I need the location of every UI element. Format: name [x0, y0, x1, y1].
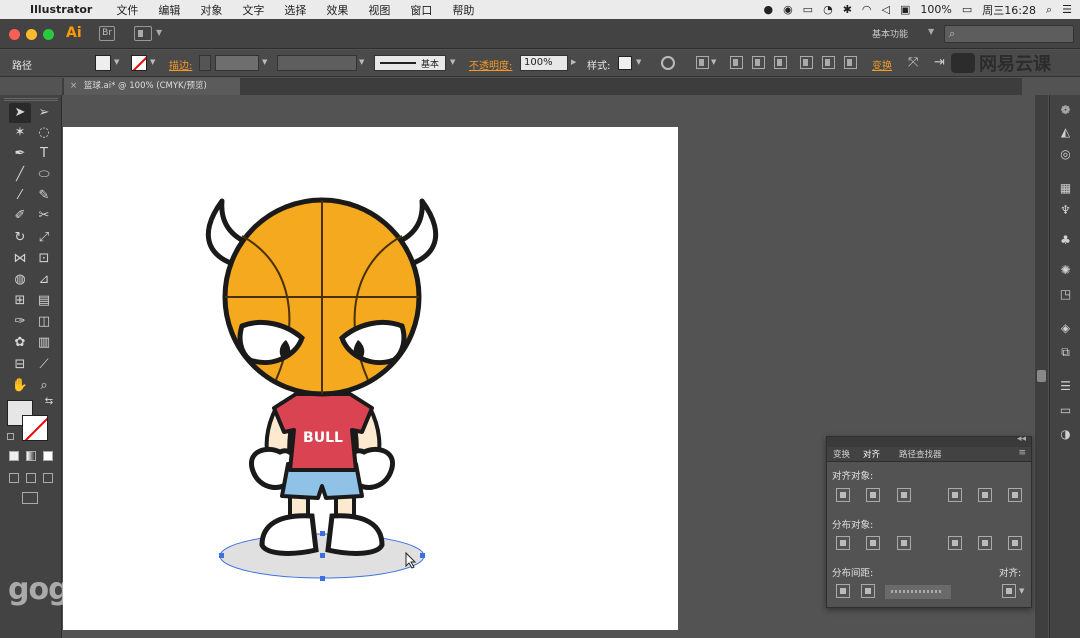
tab-align[interactable]: 对齐 [863, 448, 880, 460]
distribute-spacing-label: 分布间距: [832, 568, 874, 579]
horizontal-align-left-icon[interactable] [836, 488, 850, 502]
shirt-text: BULL [303, 430, 343, 446]
left-shoe [259, 513, 319, 556]
scrollbar-thumb[interactable] [1037, 370, 1046, 382]
panel-tabs: 变换 对齐 路径查找器 ≡ [827, 447, 1031, 462]
panel-dock: ❁ ◭ ◎ ▦ ♆ ♣ ✺ ◳ ◈ ⧉ ☰ ▭ ◑ [1049, 95, 1080, 638]
horizontal-distribute-center-icon[interactable] [978, 536, 992, 550]
artboards-icon[interactable]: ⧉ [1058, 345, 1073, 359]
horizontal-align-right-icon[interactable] [897, 488, 911, 502]
vertical-distribute-bottom-icon[interactable] [897, 536, 911, 550]
align-panel: ◂◂ 变换 对齐 路径查找器 ≡ 对齐对象: 分布对象: 分布间距: 对齐: ▼ [826, 434, 1032, 608]
horizontal-distribute-right-icon[interactable] [1008, 536, 1022, 550]
align-panel-icon[interactable]: ☰ [1058, 379, 1073, 393]
spacing-value-field[interactable] [885, 585, 951, 599]
horizontal-distribute-left-icon[interactable] [948, 536, 962, 550]
symbols-icon[interactable]: ♆ [1058, 203, 1073, 217]
tab-pathfinder[interactable]: 路径查找器 [899, 448, 942, 460]
align-to-selection-icon[interactable] [1002, 584, 1016, 598]
collapse-icon[interactable]: ◂◂ [1017, 434, 1026, 444]
vertical-scrollbar[interactable] [1035, 95, 1048, 638]
pathfinder-icon[interactable]: ◑ [1058, 427, 1073, 441]
vertical-distribute-center-icon[interactable] [866, 536, 880, 550]
watermark-gogoup: gogoup.com [8, 572, 200, 607]
distribute-objects-label: 分布对象: [832, 520, 874, 531]
vertical-distribute-space-icon[interactable] [836, 584, 850, 598]
vertical-distribute-top-icon[interactable] [836, 536, 850, 550]
appearance-icon[interactable]: ✺ [1058, 263, 1073, 277]
stroke-panel-icon[interactable]: ◳ [1058, 287, 1073, 301]
layers-icon[interactable]: ◈ [1058, 321, 1073, 335]
panel-menu-icon[interactable]: ≡ [1018, 448, 1026, 458]
color-panel-icon[interactable]: ❁ [1058, 103, 1073, 117]
align-objects-label: 对齐对象: [832, 471, 874, 482]
horizontal-distribute-space-icon[interactable] [861, 584, 875, 598]
vertical-align-center-icon[interactable] [978, 488, 992, 502]
align-to-label: 对齐: [999, 568, 1022, 579]
swatches-icon[interactable]: ◎ [1058, 147, 1073, 161]
transform-panel-icon[interactable]: ▭ [1058, 403, 1073, 417]
panel-titlebar[interactable]: ◂◂ [827, 434, 1031, 447]
chevron-down-icon[interactable]: ▼ [1019, 587, 1024, 595]
brushes-icon[interactable]: ▦ [1058, 181, 1073, 195]
vertical-align-bottom-icon[interactable] [1008, 488, 1022, 502]
right-shoe [325, 513, 385, 556]
horizontal-align-center-icon[interactable] [866, 488, 880, 502]
vertical-align-top-icon[interactable] [948, 488, 962, 502]
color-guide-icon[interactable]: ◭ [1058, 125, 1073, 139]
tab-transform[interactable]: 变换 [833, 448, 850, 460]
graphic-styles-icon[interactable]: ♣ [1058, 233, 1073, 247]
